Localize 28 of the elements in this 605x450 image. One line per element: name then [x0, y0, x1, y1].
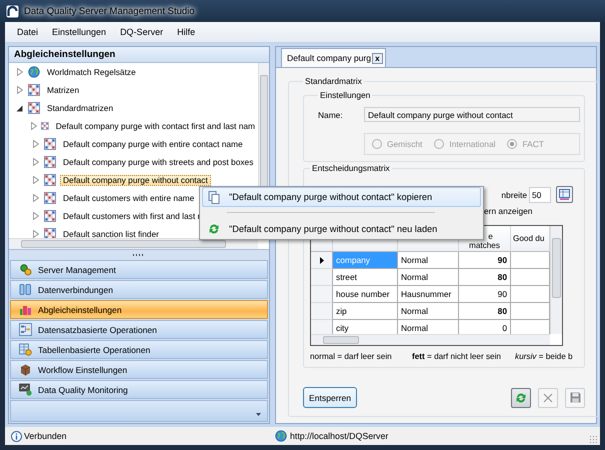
window-title: Data Quality Server Management Studio [24, 6, 195, 16]
table-cell: Normal [398, 303, 459, 320]
table-cell: street [333, 269, 398, 286]
table-cell: company [333, 252, 398, 269]
group-title: Einstellungen [319, 90, 372, 100]
radio-label: International [449, 139, 496, 149]
table-cell: Hausnummer [398, 286, 459, 303]
table-cell: Normal [398, 252, 459, 269]
field-label: Name: [318, 110, 344, 120]
legend-text: kursiv = beide b [515, 352, 573, 361]
connection-status: Verbunden [24, 431, 67, 441]
radio-label: FACT [522, 139, 544, 149]
table-cell: zip [333, 303, 398, 320]
group-title: Standardmatrix [304, 76, 363, 86]
table-cell: Normal [398, 269, 459, 286]
legend-text: normal = darf leer sein [310, 352, 393, 361]
radio-label: Gemischt [387, 139, 422, 149]
table-cell: 90 [459, 286, 511, 303]
field-label: nbreite [501, 190, 527, 200]
panel-title: Abgleicheinstellungen [9, 47, 269, 63]
table-cell: house number [333, 286, 398, 303]
checkbox-label: ern anzeigen [484, 206, 532, 216]
server-address: http://localhost/DQServer [290, 431, 388, 441]
legend-text: fett = darf nicht leer sein [412, 352, 502, 361]
group-title: Entscheidungsmatrix [311, 163, 391, 173]
table-cell: 90 [459, 252, 511, 269]
table-cell: 80 [459, 303, 511, 320]
table-cell: 80 [459, 269, 511, 286]
